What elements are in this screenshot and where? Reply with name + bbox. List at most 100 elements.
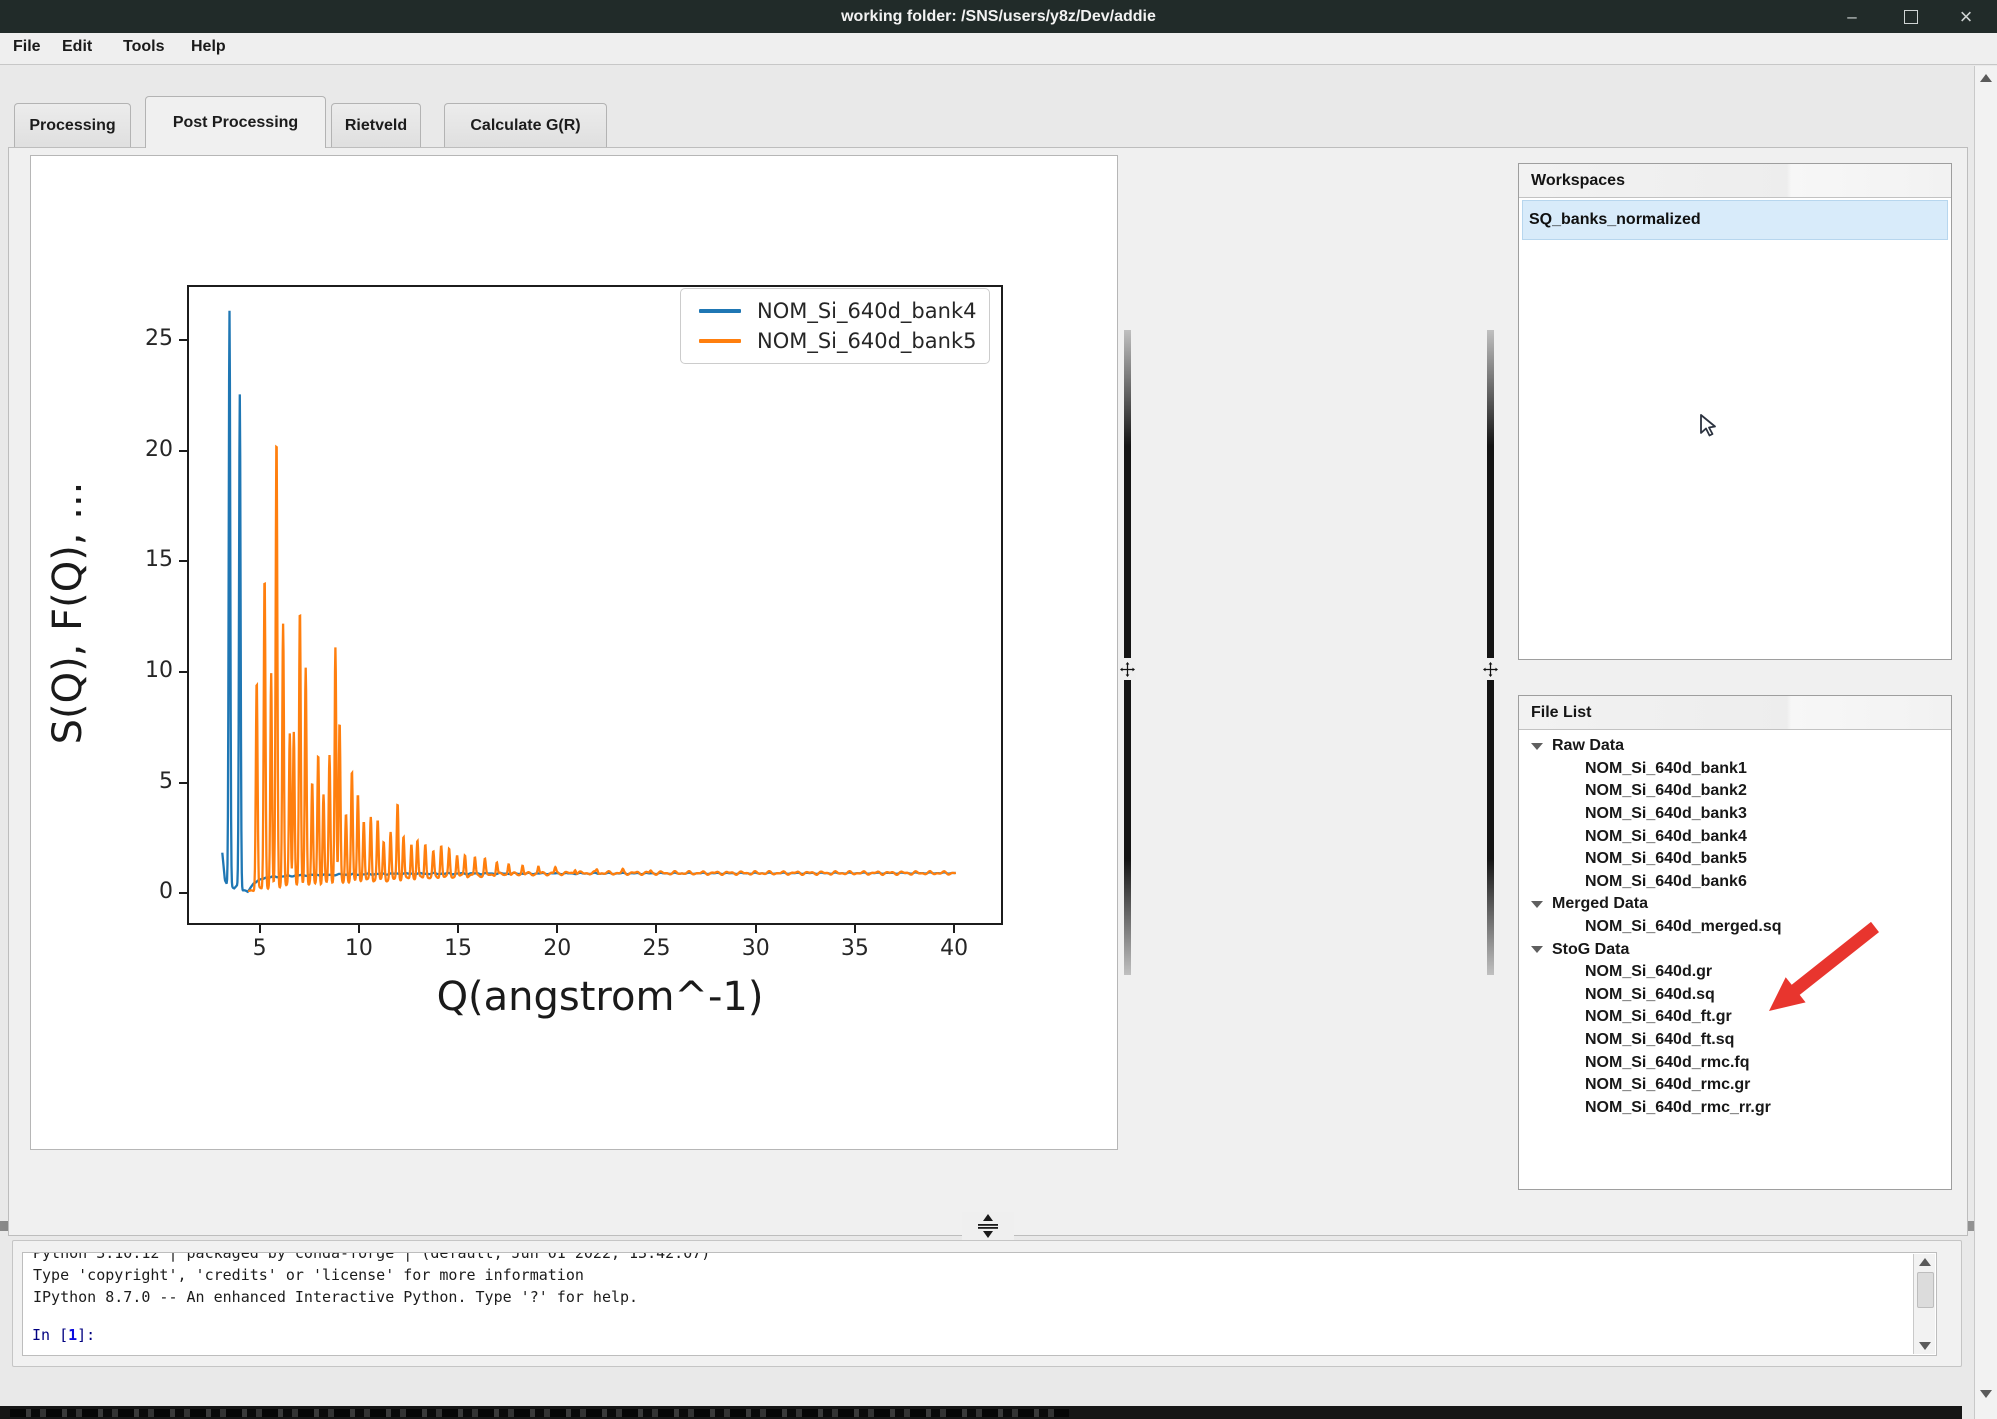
expander-icon[interactable] — [1531, 901, 1543, 908]
tick-mark — [179, 892, 187, 894]
bottom-status-strip — [0, 1406, 1962, 1419]
mouse-cursor — [1697, 413, 1719, 439]
tick-label: 0 — [121, 879, 173, 904]
annotation-arrow — [1755, 915, 1890, 1020]
tree-item[interactable]: NOM_Si_640d_ft.sq — [1519, 1029, 1951, 1052]
tree-group-raw-data[interactable]: Raw Data — [1519, 735, 1951, 758]
tree-item-label: NOM_Si_640d_bank5 — [1585, 850, 1747, 868]
legend-label: NOM_Si_640d_bank5 — [757, 329, 976, 353]
window-scrollbar[interactable] — [1974, 66, 1997, 1419]
tree-item[interactable]: NOM_Si_640d_rmc.gr — [1519, 1074, 1951, 1097]
horizontal-splitter-handle[interactable] — [962, 1212, 1014, 1240]
tick-mark — [854, 925, 856, 933]
tab-processing[interactable]: Processing — [14, 103, 131, 148]
tick-label: 25 — [626, 936, 686, 961]
close-button[interactable]: × — [1946, 0, 1986, 33]
tick-mark — [755, 925, 757, 933]
tree-item[interactable]: NOM_Si_640d_rmc_rr.gr — [1519, 1097, 1951, 1120]
right-vertical-splitter[interactable] — [1487, 330, 1494, 975]
tree-item[interactable]: NOM_Si_640d_bank1 — [1519, 758, 1951, 781]
tree-group-label: Merged Data — [1552, 895, 1648, 913]
menu-edit[interactable]: Edit — [62, 38, 92, 56]
tree-item-label: NOM_Si_640d_merged.sq — [1585, 918, 1782, 936]
tick-label: 10 — [121, 658, 173, 683]
workspaces-header: Workspaces — [1519, 164, 1951, 198]
tick-mark — [953, 925, 955, 933]
tick-label: 20 — [121, 437, 173, 462]
scroll-up-icon — [1919, 1258, 1931, 1266]
tick-label: 5 — [230, 936, 290, 961]
tree-group-label: Raw Data — [1552, 737, 1624, 755]
tree-group-merged-data[interactable]: Merged Data — [1519, 893, 1951, 916]
tab-post-processing[interactable]: Post Processing — [145, 96, 326, 148]
legend-line-swatch — [699, 339, 741, 343]
close-icon: × — [1960, 4, 1973, 30]
right-splitter-handle[interactable] — [1482, 658, 1499, 680]
expander-icon[interactable] — [1531, 743, 1543, 750]
console-prompt: In [1]: — [32, 1326, 95, 1344]
tree-item[interactable]: NOM_Si_640d_bank3 — [1519, 803, 1951, 826]
tick-label: 30 — [726, 936, 786, 961]
workspace-item[interactable]: SQ_banks_normalized — [1522, 200, 1948, 240]
tree-item-label: NOM_Si_640d_rmc.fq — [1585, 1054, 1750, 1072]
tree-item-label: NOM_Si_640d_bank1 — [1585, 760, 1747, 778]
plot-legend: NOM_Si_640d_bank4 NOM_Si_640d_bank5 — [680, 288, 990, 364]
move-handle-icon — [1483, 662, 1498, 677]
tick-mark — [179, 450, 187, 452]
window-title: working folder: /SNS/users/y8z/Dev/addie — [0, 8, 1997, 26]
tree-item-label: NOM_Si_640d_bank2 — [1585, 782, 1747, 800]
y-axis-label: S(Q), F(Q), ... — [45, 333, 91, 893]
tick-label: 40 — [924, 936, 984, 961]
legend-label: NOM_Si_640d_bank4 — [757, 299, 976, 323]
series-NOM_Si_640d_bank5 — [248, 447, 956, 891]
tab-calculate-g-r-[interactable]: Calculate G(R) — [444, 103, 607, 148]
x-axis-label: Q(angstrom^-1) — [300, 974, 900, 1020]
scroll-up-icon — [1980, 74, 1992, 82]
tick-label: 5 — [121, 769, 173, 794]
tick-label: 20 — [527, 936, 587, 961]
tick-mark — [655, 925, 657, 933]
left-vertical-splitter[interactable] — [1124, 330, 1131, 975]
legend-line-swatch — [699, 309, 741, 313]
console-scrollbar[interactable] — [1913, 1254, 1935, 1354]
tree-item-label: NOM_Si_640d_ft.gr — [1585, 1008, 1732, 1026]
menu-tools[interactable]: Tools — [123, 38, 164, 56]
file-list-header: File List — [1519, 696, 1951, 730]
expander-icon[interactable] — [1531, 946, 1543, 953]
move-handle-icon — [1120, 662, 1135, 677]
tree-item[interactable]: NOM_Si_640d_bank2 — [1519, 780, 1951, 803]
tick-label: 15 — [428, 936, 488, 961]
tree-item[interactable]: NOM_Si_640d_bank5 — [1519, 848, 1951, 871]
plot-axes[interactable] — [187, 285, 1003, 925]
console-scrollbar-thumb[interactable] — [1917, 1272, 1934, 1308]
tree-item[interactable]: NOM_Si_640d_rmc.fq — [1519, 1051, 1951, 1074]
menu-help[interactable]: Help — [191, 38, 226, 56]
legend-entry: NOM_Si_640d_bank5 — [699, 329, 989, 353]
console-line: IPython 8.7.0 -- An enhanced Interactive… — [23, 1286, 1936, 1308]
tick-label: 25 — [121, 326, 173, 351]
tree-item-label: NOM_Si_640d_ft.sq — [1585, 1031, 1734, 1049]
minimize-icon: – — [1847, 7, 1856, 27]
menu-file[interactable]: File — [13, 38, 41, 56]
tick-mark — [556, 925, 558, 933]
tree-item-label: NOM_Si_640d_bank3 — [1585, 805, 1747, 823]
legend-entry: NOM_Si_640d_bank4 — [699, 299, 989, 323]
tick-mark — [179, 339, 187, 341]
title-bar: working folder: /SNS/users/y8z/Dev/addie… — [0, 0, 1997, 33]
left-splitter-handle[interactable] — [1119, 658, 1136, 680]
plot-curves — [189, 287, 1001, 923]
tick-mark — [259, 925, 261, 933]
tree-item-label: NOM_Si_640d_bank4 — [1585, 828, 1747, 846]
tick-mark — [179, 782, 187, 784]
maximize-button[interactable] — [1891, 0, 1931, 33]
tab-rietveld[interactable]: Rietveld — [331, 103, 421, 148]
tree-item-label: NOM_Si_640d_rmc.gr — [1585, 1076, 1750, 1094]
minimize-button[interactable]: – — [1832, 0, 1872, 33]
tick-label: 35 — [825, 936, 885, 961]
workspaces-panel: Workspaces SQ_banks_normalized — [1518, 163, 1952, 660]
ipython-console[interactable]: Python 3.10.12 | packaged by conda-forge… — [22, 1252, 1937, 1356]
tree-item[interactable]: NOM_Si_640d_bank4 — [1519, 825, 1951, 848]
status-text-fragment — [10, 1409, 1069, 1417]
tree-item[interactable]: NOM_Si_640d_bank6 — [1519, 871, 1951, 894]
tick-mark — [179, 671, 187, 673]
